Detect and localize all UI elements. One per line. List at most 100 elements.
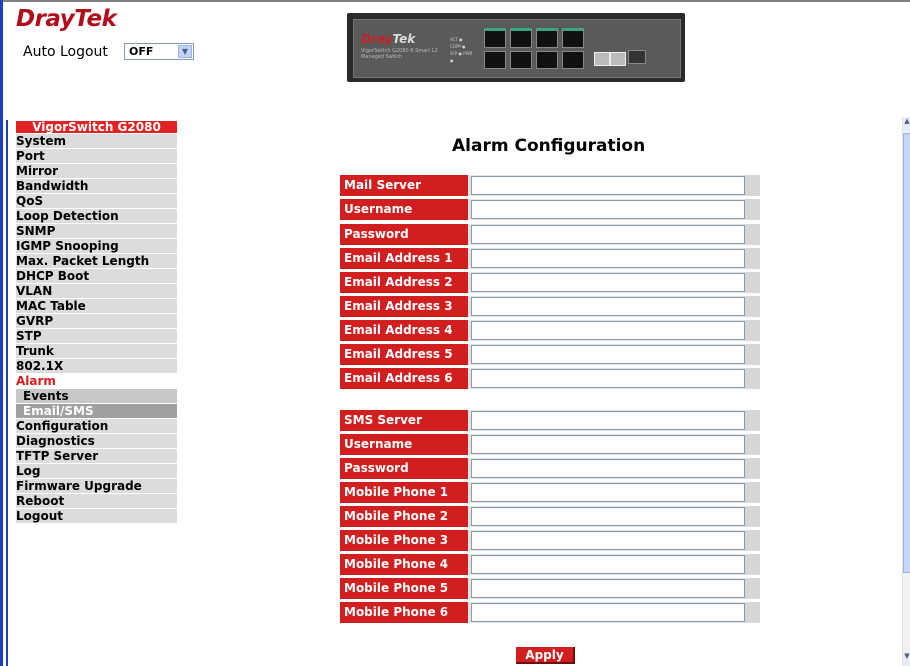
row-tail bbox=[745, 272, 760, 293]
field-label: SMS Server bbox=[340, 410, 468, 431]
form-row-email-address-4: Email Address 4 bbox=[340, 320, 760, 341]
sidebar-item-snmp[interactable]: SNMP bbox=[16, 224, 177, 238]
sidebar-item-8021x[interactable]: 802.1X bbox=[16, 359, 177, 373]
scroll-down-icon[interactable]: ▼ bbox=[903, 652, 910, 666]
email-password-input[interactable] bbox=[471, 225, 745, 244]
port-2-icon bbox=[484, 51, 506, 69]
sidebar-item-bandwidth[interactable]: Bandwidth bbox=[16, 179, 177, 193]
row-tail bbox=[745, 602, 760, 623]
sidebar-item-trunk[interactable]: Trunk bbox=[16, 344, 177, 358]
row-tail bbox=[745, 482, 760, 503]
field-label: Email Address 1 bbox=[340, 248, 468, 269]
sidebar-item-logout[interactable]: Logout bbox=[16, 509, 177, 523]
row-tail bbox=[745, 410, 760, 431]
mobile-phone-3-input[interactable] bbox=[471, 531, 745, 550]
device-brand: DrayTek bbox=[361, 32, 415, 46]
logo-text-secondary: Tek bbox=[74, 6, 117, 32]
field-label: Email Address 4 bbox=[340, 320, 468, 341]
email-address-3-input[interactable] bbox=[471, 297, 745, 316]
mobile-phone-6-input[interactable] bbox=[471, 603, 745, 622]
port-6-icon bbox=[536, 51, 558, 69]
device-model-text: VigorSwitch G2080 8 Smart L2 Managed Swi… bbox=[361, 48, 438, 60]
auto-logout-label: Auto Logout bbox=[23, 44, 108, 60]
sidebar-item-log[interactable]: Log bbox=[16, 464, 177, 478]
field-label: Username bbox=[340, 199, 468, 220]
field-label: Mobile Phone 1 bbox=[340, 482, 468, 503]
mail-server-input[interactable] bbox=[471, 176, 745, 195]
row-tail bbox=[745, 296, 760, 317]
row-tail bbox=[745, 199, 760, 220]
row-tail bbox=[745, 344, 760, 365]
sidebar-item-reboot[interactable]: Reboot bbox=[16, 494, 177, 508]
mobile-phone-2-input[interactable] bbox=[471, 507, 745, 526]
sidebar-title: VigorSwitch G2080 bbox=[16, 121, 177, 133]
sidebar-item-max-packet-length[interactable]: Max. Packet Length bbox=[16, 254, 177, 268]
sidebar-menu: VigorSwitch G2080 System Port Mirror Ban… bbox=[16, 121, 177, 523]
auto-logout-value: OFF bbox=[129, 45, 154, 58]
vertical-scrollbar[interactable]: ▲ ▼ bbox=[902, 117, 910, 666]
form-row-email-address-5: Email Address 5 bbox=[340, 344, 760, 365]
sidebar-item-stp[interactable]: STP bbox=[16, 329, 177, 343]
sms-server-input[interactable] bbox=[471, 411, 745, 430]
chevron-down-icon[interactable]: ▼ bbox=[178, 45, 192, 58]
row-tail bbox=[745, 458, 760, 479]
form-row-sms-username: Username bbox=[340, 434, 760, 455]
top-border bbox=[0, 0, 910, 2]
sidebar-item-diagnostics[interactable]: Diagnostics bbox=[16, 434, 177, 448]
sms-username-input[interactable] bbox=[471, 435, 745, 454]
port-1-icon bbox=[484, 28, 506, 48]
mobile-phone-1-input[interactable] bbox=[471, 483, 745, 502]
form-row-email-password: Password bbox=[340, 224, 760, 245]
field-label: Mobile Phone 2 bbox=[340, 506, 468, 527]
row-tail bbox=[745, 320, 760, 341]
port-7-icon bbox=[562, 28, 584, 48]
sidebar-subitem-events[interactable]: Events bbox=[16, 389, 177, 403]
port-8-icon bbox=[562, 51, 584, 69]
sfp-port-2-icon bbox=[610, 52, 626, 66]
sidebar-item-vlan[interactable]: VLAN bbox=[16, 284, 177, 298]
sidebar-item-firmware-upgrade[interactable]: Firmware Upgrade bbox=[16, 479, 177, 493]
sidebar-item-gvrp[interactable]: GVRP bbox=[16, 314, 177, 328]
field-label: Password bbox=[340, 224, 468, 245]
sidebar-item-alarm[interactable]: Alarm bbox=[16, 374, 177, 388]
form-row-email-address-1: Email Address 1 bbox=[340, 248, 760, 269]
email-address-6-input[interactable] bbox=[471, 369, 745, 388]
sidebar-item-mirror[interactable]: Mirror bbox=[16, 164, 177, 178]
form-row-mobile-phone-3: Mobile Phone 3 bbox=[340, 530, 760, 551]
device-brand-secondary: Tek bbox=[392, 32, 416, 46]
form-row-email-address-2: Email Address 2 bbox=[340, 272, 760, 293]
scroll-up-icon[interactable]: ▲ bbox=[903, 117, 910, 131]
sidebar-item-tftp-server[interactable]: TFTP Server bbox=[16, 449, 177, 463]
logo-text-primary: Dray bbox=[16, 6, 75, 32]
sidebar-item-dhcp-boot[interactable]: DHCP Boot bbox=[16, 269, 177, 283]
sidebar-item-igmp-snooping[interactable]: IGMP Snooping bbox=[16, 239, 177, 253]
form-row-mobile-phone-2: Mobile Phone 2 bbox=[340, 506, 760, 527]
sidebar-item-mac-table[interactable]: MAC Table bbox=[16, 299, 177, 313]
sidebar-item-system[interactable]: System bbox=[16, 134, 177, 148]
draytek-logo: DrayTek bbox=[16, 6, 117, 32]
row-tail bbox=[745, 530, 760, 551]
mobile-phone-4-input[interactable] bbox=[471, 555, 745, 574]
email-address-4-input[interactable] bbox=[471, 321, 745, 340]
sidebar-subitem-email-sms[interactable]: Email/SMS bbox=[16, 404, 177, 418]
switch-device-image: DrayTek VigorSwitch G2080 8 Smart L2 Man… bbox=[347, 13, 685, 82]
sidebar-item-loop-detection[interactable]: Loop Detection bbox=[16, 209, 177, 223]
row-tail bbox=[745, 554, 760, 575]
email-address-1-input[interactable] bbox=[471, 249, 745, 268]
mobile-phone-5-input[interactable] bbox=[471, 579, 745, 598]
sfp-port-1-icon bbox=[594, 52, 610, 66]
port-4-icon bbox=[510, 51, 532, 69]
apply-button[interactable]: Apply bbox=[516, 647, 575, 664]
left-frame-border bbox=[0, 0, 3, 666]
email-username-input[interactable] bbox=[471, 200, 745, 219]
scrollbar-thumb[interactable] bbox=[903, 133, 910, 573]
sms-password-input[interactable] bbox=[471, 459, 745, 478]
email-address-5-input[interactable] bbox=[471, 345, 745, 364]
sidebar-item-qos[interactable]: QoS bbox=[16, 194, 177, 208]
form-row-mobile-phone-1: Mobile Phone 1 bbox=[340, 482, 760, 503]
auto-logout-select[interactable]: OFF ▼ bbox=[124, 43, 194, 60]
sidebar-item-port[interactable]: Port bbox=[16, 149, 177, 163]
email-address-2-input[interactable] bbox=[471, 273, 745, 292]
sidebar-item-configuration[interactable]: Configuration bbox=[16, 419, 177, 433]
field-label: Username bbox=[340, 434, 468, 455]
